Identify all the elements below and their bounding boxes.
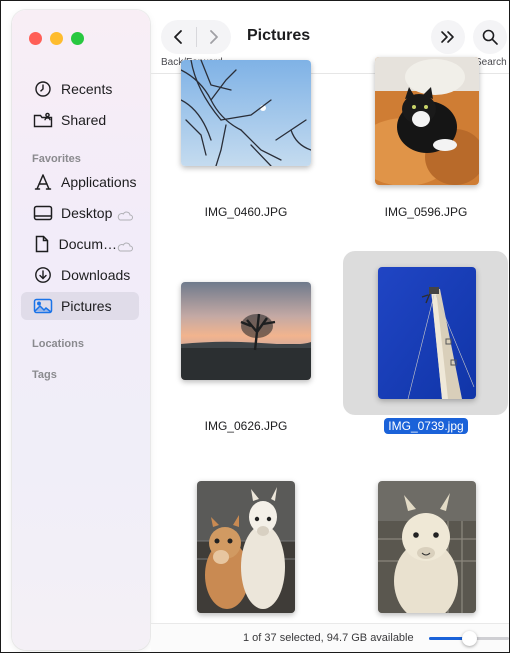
icloud-icon — [117, 208, 133, 221]
close-button[interactable] — [29, 32, 42, 45]
sidebar-item-label: Pictures — [61, 298, 112, 314]
double-chevron-right-icon — [441, 31, 454, 43]
slider-knob[interactable] — [462, 631, 477, 646]
sidebar-item-recents[interactable]: Recents — [21, 75, 139, 103]
status-text: 1 of 37 selected, 94.7 GB available — [243, 632, 414, 644]
shared-folder-icon — [33, 110, 53, 130]
file-thumbnail[interactable] — [171, 60, 321, 171]
chevron-left-icon — [174, 30, 183, 44]
file-name[interactable]: IMG_0596.JPG — [356, 205, 496, 219]
sidebar-item-pictures[interactable]: Pictures — [21, 292, 139, 320]
file-thumbnail[interactable] — [171, 479, 321, 615]
desktop-icon — [33, 203, 53, 223]
back-button[interactable] — [161, 20, 196, 54]
sidebar-item-label: Desktop — [61, 205, 113, 221]
file-name[interactable]: IMG_0626.JPG — [176, 419, 316, 433]
window-controls — [29, 32, 84, 45]
sidebar-item-label: Docum… — [58, 236, 117, 252]
icloud-icon — [117, 239, 133, 252]
file-thumbnail[interactable] — [171, 281, 321, 381]
sidebar-item-documents[interactable]: Docum… — [21, 230, 139, 258]
file-thumbnail-selected[interactable] — [352, 263, 502, 403]
selected-file-label: IMG_0739.jpg — [384, 418, 468, 434]
forward-button[interactable] — [196, 20, 231, 54]
clock-icon — [33, 79, 53, 99]
sidebar-item-label: Shared — [61, 112, 107, 128]
back-forward-control — [161, 20, 231, 54]
sidebar: Recents Shared Favorites Applications De… — [12, 10, 150, 650]
file-name-selected[interactable]: IMG_0739.jpg — [356, 418, 496, 434]
finder-window: Recents Shared Favorites Applications De… — [0, 0, 510, 653]
downloads-icon — [33, 265, 53, 285]
search-icon — [482, 29, 498, 45]
locations-header[interactable]: Locations — [32, 338, 84, 350]
sidebar-item-shared[interactable]: Shared — [21, 106, 139, 134]
sidebar-item-applications[interactable]: Applications — [21, 168, 139, 196]
status-bar: 1 of 37 selected, 94.7 GB available — [151, 623, 509, 652]
document-icon — [33, 234, 51, 254]
sidebar-item-label: Downloads — [61, 267, 131, 283]
icon-size-slider[interactable] — [429, 631, 509, 646]
chevron-right-icon — [209, 30, 218, 44]
favorites-header: Favorites — [32, 153, 81, 165]
minimize-button[interactable] — [50, 32, 63, 45]
tags-header[interactable]: Tags — [32, 369, 57, 381]
file-thumbnail[interactable] — [352, 479, 502, 615]
sidebar-item-desktop[interactable]: Desktop — [21, 199, 139, 227]
search-button[interactable] — [473, 20, 507, 54]
more-toolbar-button[interactable] — [431, 20, 465, 54]
sidebar-item-downloads[interactable]: Downloads — [21, 261, 139, 289]
sidebar-item-label: Recents — [61, 81, 113, 97]
sidebar-item-label: Applications — [61, 174, 137, 190]
file-name[interactable]: IMG_0460.JPG — [176, 205, 316, 219]
pictures-icon — [33, 296, 53, 316]
applications-icon — [33, 172, 53, 192]
window-title: Pictures — [247, 27, 311, 44]
file-thumbnail[interactable] — [352, 56, 502, 186]
zoom-button[interactable] — [71, 32, 84, 45]
